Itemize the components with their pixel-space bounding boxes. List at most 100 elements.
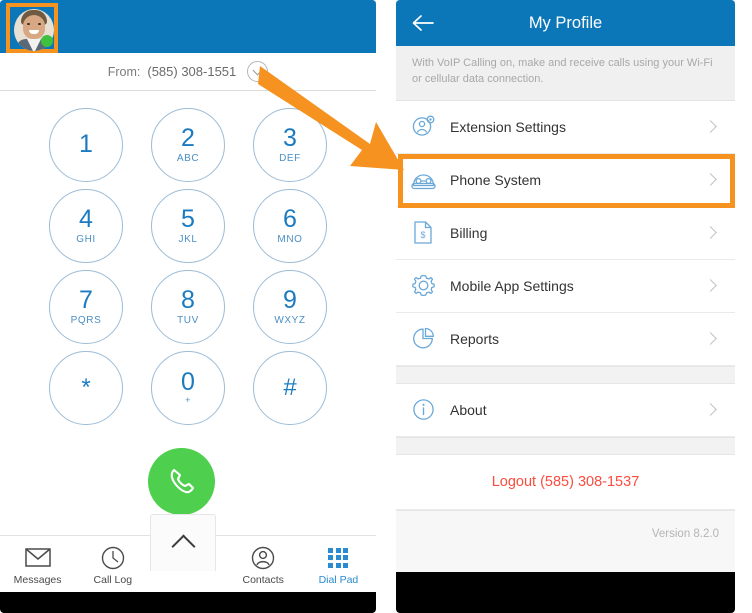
- dialer-header: [0, 0, 376, 53]
- key-letters: DEF: [279, 152, 301, 164]
- menu-item-reports[interactable]: Reports: [396, 312, 735, 366]
- version-label: Version 8.2.0: [651, 527, 719, 540]
- dialer-phone-frame: From: (585) 308-1551 1 2 ABC 3 DEF 4 GHI 5J…: [0, 0, 376, 613]
- tab-label: Call Log: [93, 573, 133, 586]
- chevron-up-icon: [170, 533, 196, 559]
- profile-phone-frame: My Profile With VoIP Calling on, make an…: [396, 0, 735, 613]
- dialer-screen: From: (585) 308-1551 1 2 ABC 3 DEF 4 GHI 5J…: [0, 0, 376, 592]
- tab-call-log[interactable]: Call Log: [75, 536, 150, 592]
- key-digit: 2: [181, 123, 195, 152]
- chevron-right-icon: [704, 332, 717, 346]
- key-digit: *: [81, 373, 91, 401]
- dialpad-keys: 1 2 ABC 3 DEF 4 GHI 5 JKL 6 MNO 7 PQRS 8 TUV 9W…: [0, 104, 376, 428]
- voip-description: With VoIP Calling on, make and receive c…: [396, 46, 735, 101]
- key-digit: 1: [79, 130, 93, 158]
- key-letters: TUV: [177, 314, 199, 326]
- chevron-down-circle-icon[interactable]: [247, 61, 269, 82]
- tab-contacts[interactable]: Contacts: [226, 536, 301, 592]
- tab-label: Dial Pad: [318, 573, 359, 586]
- menu-group-divider-2: [396, 436, 735, 455]
- menu-item-mobile-app-settings[interactable]: Mobile App Settings: [396, 259, 735, 313]
- tab-dial-pad[interactable]: Dial Pad: [301, 536, 376, 592]
- key-digit: 8: [181, 285, 195, 314]
- gear-icon: [410, 274, 436, 297]
- svg-text:$: $: [420, 230, 425, 240]
- avatar-highlight-box: [6, 3, 58, 53]
- key-letters: WXYZ: [274, 314, 306, 326]
- dialpad-key[interactable]: 5 JKL: [137, 185, 239, 266]
- key-digit: 4: [79, 204, 93, 233]
- menu-item-label: About: [450, 401, 487, 418]
- profile-screen: My Profile With VoIP Calling on, make an…: [396, 0, 735, 572]
- from-label: From:: [107, 64, 141, 79]
- chevron-right-icon: [704, 226, 717, 240]
- dialpad-key[interactable]: 9 WXYZ: [239, 266, 341, 347]
- key-digit: 6: [283, 204, 297, 233]
- menu-item-about[interactable]: About: [396, 383, 735, 437]
- key-digit: 3: [283, 123, 297, 152]
- key-letters: +: [185, 395, 191, 405]
- menu-item-label: Extension Settings: [450, 118, 566, 135]
- back-arrow-icon[interactable]: [412, 14, 434, 32]
- menu-item-billing[interactable]: $ Billing: [396, 206, 735, 260]
- avatar-eye-left: [27, 23, 30, 25]
- settings-menu-group-primary: Extension Settings Phone System $ Billin…: [396, 100, 735, 366]
- key-digit: 0: [181, 368, 195, 396]
- key-letters: GHI: [76, 233, 96, 245]
- person-gear-icon: [410, 115, 436, 138]
- key-digit: 7: [79, 285, 93, 314]
- dialpad-grid-icon: [328, 546, 349, 570]
- version-row: Version 8.2.0: [396, 509, 735, 557]
- menu-group-divider: [396, 365, 735, 384]
- dialpad-key[interactable]: 3 DEF: [239, 104, 341, 185]
- key-digit: #: [283, 373, 297, 401]
- envelope-icon: [24, 546, 51, 570]
- menu-item-phone-system[interactable]: Phone System: [396, 153, 735, 207]
- key-letters: JKL: [178, 233, 198, 245]
- from-number-value: (585) 308-1551: [147, 64, 237, 79]
- profile-header: My Profile: [396, 0, 735, 46]
- desk-phone-icon: [410, 170, 436, 190]
- tab-messages[interactable]: Messages: [0, 536, 75, 592]
- dialpad-key[interactable]: 4 GHI: [35, 185, 137, 266]
- dialpad-key[interactable]: 2 ABC: [137, 104, 239, 185]
- key-digit: 5: [181, 204, 195, 233]
- avatar-face: [23, 15, 45, 39]
- avatar-eye-right: [38, 23, 41, 25]
- from-number-bar[interactable]: From: (585) 308-1551: [0, 53, 376, 91]
- pie-chart-icon: [410, 327, 436, 350]
- settings-menu-group-about: About: [396, 383, 735, 437]
- dialpad-key[interactable]: 8 TUV: [137, 266, 239, 347]
- dialpad-key[interactable]: #: [239, 347, 341, 428]
- person-circle-icon: [251, 546, 275, 570]
- presence-online-dot: [41, 35, 53, 47]
- dialpad-key[interactable]: *: [35, 347, 137, 428]
- key-digit: 9: [283, 285, 297, 314]
- chevron-right-icon: [704, 279, 717, 293]
- dialpad-key[interactable]: 1: [35, 104, 137, 185]
- clock-icon: [101, 546, 125, 570]
- chevron-right-icon: [704, 403, 717, 417]
- logout-label: Logout (585) 308-1537: [491, 473, 640, 490]
- tab-expand-button[interactable]: [150, 514, 216, 571]
- phone-handset-icon: [170, 468, 194, 493]
- key-letters: PQRS: [70, 314, 102, 326]
- chevron-right-icon: [704, 120, 717, 134]
- menu-item-label: Phone System: [450, 171, 542, 188]
- tab-label: Messages: [13, 573, 62, 586]
- dialpad-key[interactable]: 7 PQRS: [35, 266, 137, 347]
- menu-item-label: Reports: [450, 330, 500, 347]
- call-button[interactable]: [148, 448, 215, 515]
- page-title: My Profile: [528, 13, 603, 32]
- dialpad-key[interactable]: 0 +: [137, 347, 239, 428]
- key-letters: MNO: [277, 233, 303, 245]
- info-circle-icon: [410, 398, 436, 421]
- invoice-dollar-icon: $: [410, 221, 436, 245]
- menu-item-extension-settings[interactable]: Extension Settings: [396, 100, 735, 154]
- menu-item-label: Billing: [450, 224, 488, 241]
- dialpad-key[interactable]: 6 MNO: [239, 185, 341, 266]
- logout-button[interactable]: Logout (585) 308-1537: [396, 454, 735, 510]
- tab-label: Contacts: [242, 573, 284, 586]
- key-letters: ABC: [176, 152, 200, 164]
- chevron-right-icon: [704, 173, 717, 187]
